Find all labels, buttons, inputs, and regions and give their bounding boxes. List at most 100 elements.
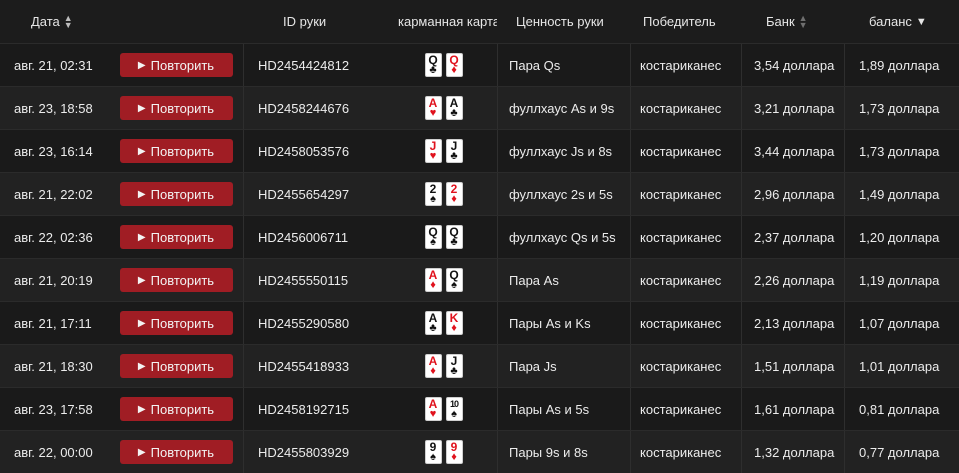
cell-winner: костариканес [630,130,741,172]
play-icon: ▶ [137,446,146,458]
cell-replay: ▶ Повторить [109,388,243,430]
replay-button[interactable]: ▶ Повторить [119,225,233,249]
cell-hand-value: Пары As и Ks [497,302,630,344]
column-header-date[interactable]: Дата ▲ ▼ [0,0,109,43]
playing-card: A ♥ [424,397,442,421]
replay-button-label: Повторить [150,143,215,159]
card-suit-icon: ♥ [429,107,437,119]
card-suit-icon: ♥ [429,150,437,162]
cell-date: авг. 22, 00:00 [14,444,93,460]
cell-winner: костариканес [630,259,741,301]
card-suit-icon: ♠ [451,279,457,291]
table-row[interactable]: авг. 21, 18:30 ▶ Повторить HD2455418933 … [0,344,959,387]
column-header-hand-id-label: ID руки [283,14,327,29]
cell-pot: 3,44 доллара [741,130,844,172]
cell-winner: костариканес [630,44,741,86]
table-row[interactable]: авг. 21, 20:19 ▶ Повторить HD2455550115 … [0,258,959,301]
cell-replay: ▶ Повторить [109,431,243,473]
cell-balance: 1,01 доллара [844,345,959,387]
cell-pocket-cards: A ♣ K ♦ [390,302,497,344]
play-icon: ▶ [137,102,146,114]
cell-balance: 1,73 доллара [844,130,959,172]
replay-button[interactable]: ▶ Повторить [119,268,233,292]
cell-balance: 1,49 доллара [844,173,959,215]
cell-pocket-cards: Q ♣ Q ♦ [390,44,497,86]
cell-replay: ▶ Повторить [109,259,243,301]
cell-date: авг. 23, 18:58 [14,100,93,116]
cell-date: авг. 22, 02:36 [14,229,93,245]
replay-button[interactable]: ▶ Повторить [119,139,233,163]
playing-card: 2 ♦ [445,182,463,206]
table-row[interactable]: авг. 22, 02:36 ▶ Повторить HD2456006711 … [0,215,959,258]
playing-card: Q ♠ [445,268,463,292]
cell-pot: 1,51 доллара [741,345,844,387]
cell-pot: 2,13 доллара [741,302,844,344]
play-icon: ▶ [137,59,146,71]
column-header-replay [109,0,243,43]
cell-pot: 2,26 доллара [741,259,844,301]
column-header-pot[interactable]: Банк ▲ ▼ [741,0,844,43]
card-suit-icon: ♠ [430,236,436,248]
table-row[interactable]: авг. 21, 02:31 ▶ Повторить HD2454424812 … [0,43,959,86]
column-header-balance[interactable]: баланс ▼ [844,0,959,43]
sort-desc-icon[interactable]: ▼ [916,16,927,28]
replay-button[interactable]: ▶ Повторить [119,311,233,335]
cell-pot: 3,54 доллара [741,44,844,86]
column-header-balance-label: баланс [869,14,912,29]
table-row[interactable]: авг. 21, 17:11 ▶ Повторить HD2455290580 … [0,301,959,344]
replay-button[interactable]: ▶ Повторить [119,182,233,206]
replay-button[interactable]: ▶ Повторить [119,397,233,421]
playing-card: 10 ♠ [445,397,463,421]
cell-hand-id: HD2455290580 [243,302,390,344]
cell-date: авг. 23, 16:14 [14,143,93,159]
cell-pocket-cards: A ♦ Q ♠ [390,259,497,301]
cell-date: авг. 21, 17:11 [14,315,92,331]
card-suit-icon: ♣ [450,365,458,377]
cell-pocket-cards: A ♥ A ♣ [390,87,497,129]
play-icon: ▶ [137,145,146,157]
replay-button-label: Повторить [150,186,215,202]
cell-pocket-cards: J ♥ J ♣ [390,130,497,172]
cell-hand-id: HD2455418933 [243,345,390,387]
table-row[interactable]: авг. 23, 16:14 ▶ Повторить HD2458053576 … [0,129,959,172]
cell-winner: костариканес [630,87,741,129]
replay-button[interactable]: ▶ Повторить [119,440,233,464]
playing-card: 9 ♠ [424,440,442,464]
sort-icon[interactable]: ▲ ▼ [64,13,73,29]
table-row[interactable]: авг. 22, 00:00 ▶ Повторить HD2455803929 … [0,430,959,473]
cell-winner: костариканес [630,345,741,387]
cell-pot: 1,32 доллара [741,431,844,473]
playing-card: J ♣ [445,139,463,163]
sort-icon[interactable]: ▲ ▼ [799,13,808,29]
cell-replay: ▶ Повторить [109,130,243,172]
cell-date: авг. 21, 22:02 [14,186,93,202]
card-suit-icon: ♣ [429,322,437,334]
replay-button[interactable]: ▶ Повторить [119,96,233,120]
table-row[interactable]: авг. 23, 18:58 ▶ Повторить HD2458244676 … [0,86,959,129]
cell-pocket-cards: A ♦ J ♣ [390,345,497,387]
playing-card: Q ♣ [424,53,442,77]
cell-date: авг. 21, 20:19 [14,272,93,288]
card-suit-icon: ♣ [450,236,458,248]
playing-card: A ♥ [424,96,442,120]
replay-button-label: Повторить [150,229,215,245]
cell-hand-value: фуллхаус 2s и 5s [497,173,630,215]
table-row[interactable]: авг. 23, 17:58 ▶ Повторить HD2458192715 … [0,387,959,430]
replay-button[interactable]: ▶ Повторить [119,354,233,378]
table-row[interactable]: авг. 21, 22:02 ▶ Повторить HD2455654297 … [0,172,959,215]
column-header-pot-label: Банк [766,14,795,29]
cell-date: авг. 21, 18:30 [14,358,93,374]
card-suit-icon: ♣ [450,107,458,119]
replay-button-label: Повторить [150,358,215,374]
cell-hand-id: HD2458053576 [243,130,390,172]
replay-button-label: Повторить [150,315,215,331]
playing-card: 2 ♠ [424,182,442,206]
playing-card: Q ♠ [424,225,442,249]
replay-button[interactable]: ▶ Повторить [119,53,233,77]
cell-winner: костариканес [630,173,741,215]
column-header-hand-value: Ценность руки [497,0,630,43]
card-suit-icon: ♣ [429,64,437,76]
cell-pocket-cards: 9 ♠ 9 ♦ [390,431,497,473]
cell-pot: 1,61 доллара [741,388,844,430]
cell-pocket-cards: A ♥ 10 ♠ [390,388,497,430]
